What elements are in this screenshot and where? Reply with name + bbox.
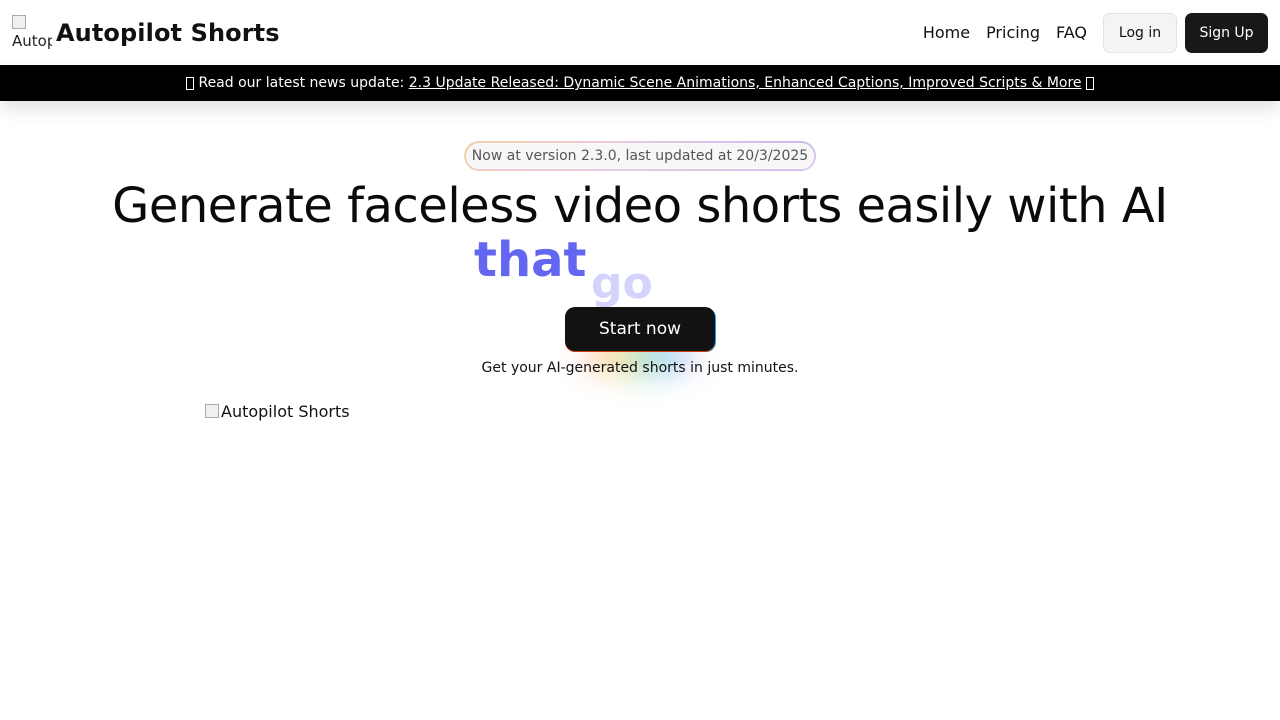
missing-glyph-icon (1085, 76, 1094, 90)
nav-faq-link[interactable]: FAQ (1056, 23, 1087, 42)
nav-pricing-link[interactable]: Pricing (986, 23, 1040, 42)
hero-image-alt-text: Autopilot Shorts (221, 401, 350, 421)
version-badge: Now at version 2.3.0, last updated at 20… (465, 142, 815, 170)
broken-image-icon (12, 14, 26, 29)
brand-link[interactable]: Autop Autopilot Shorts (12, 13, 280, 53)
logo-alt-text: Autop (12, 31, 52, 50)
hero-subtext: Get your AI-generated shorts in just min… (481, 360, 799, 376)
start-now-button[interactable]: Start now (565, 307, 715, 351)
site-header: Autop Autopilot Shorts Home Pricing FAQ … (0, 0, 1280, 65)
animated-word-primary: that (474, 232, 587, 288)
logo-image: Autop (12, 13, 52, 53)
broken-image-icon (205, 404, 219, 418)
nav-home-link[interactable]: Home (923, 23, 970, 42)
start-button-wrapper: Start now (565, 307, 715, 377)
hero-image: Autopilot Shorts (205, 399, 505, 423)
missing-glyph-icon (186, 76, 195, 90)
announcement-link[interactable]: 2.3 Update Released: Dynamic Scene Anima… (409, 75, 1082, 91)
login-button[interactable]: Log in (1103, 12, 1177, 53)
announcement-prefix: Read our latest news update: (198, 75, 405, 91)
brand-name: Autopilot Shorts (56, 18, 280, 47)
signup-button[interactable]: Sign Up (1185, 12, 1268, 53)
hero-headline: Generate faceless video shorts easily wi… (112, 178, 1168, 234)
animated-word-secondary: go (591, 258, 653, 309)
main-nav: Home Pricing FAQ Log in Sign Up (923, 12, 1268, 53)
announcement-bar: Read our latest news update: 2.3 Update … (0, 65, 1280, 101)
version-text: Now at version 2.3.0, last updated at 20… (471, 148, 809, 164)
